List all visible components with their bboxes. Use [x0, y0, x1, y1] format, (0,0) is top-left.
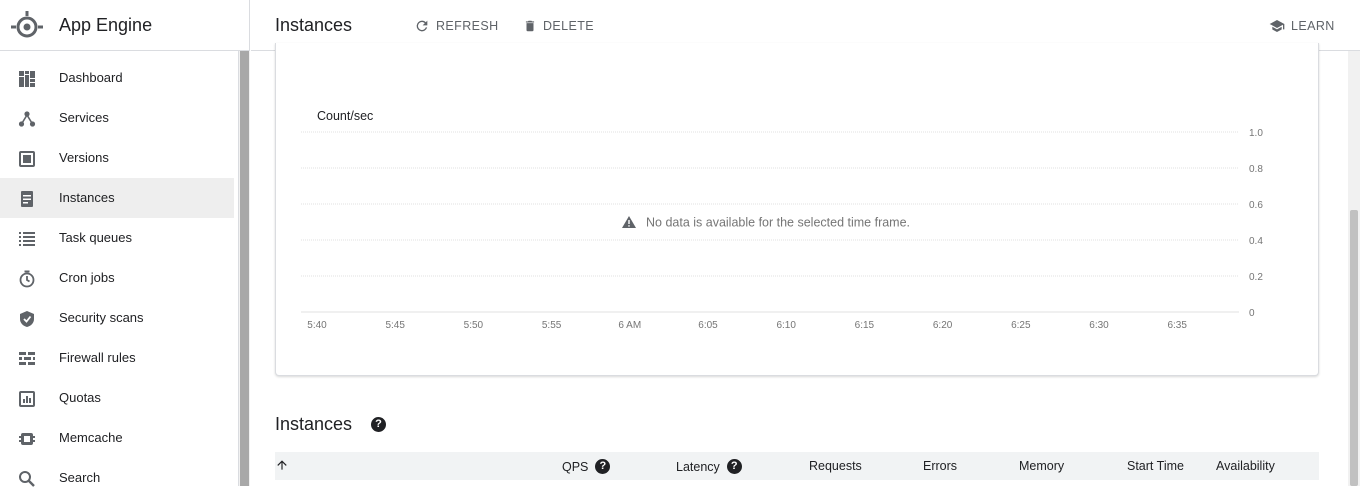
- column-header-errors[interactable]: Errors: [923, 459, 957, 473]
- help-icon[interactable]: ?: [371, 417, 386, 432]
- sidebar-item-task-queues[interactable]: Task queues: [0, 218, 234, 258]
- sidebar-item-label: Cron jobs: [59, 270, 115, 285]
- column-header-label: Memory: [1019, 459, 1065, 473]
- x-tick-label: 5:55: [542, 320, 562, 331]
- refresh-button[interactable]: REFRESH: [414, 18, 499, 34]
- warning-icon-dot: [628, 225, 630, 227]
- sidebar-item-label: Memcache: [59, 430, 123, 445]
- sidebar-scrollbar-thumb[interactable]: [240, 51, 249, 486]
- column-header-latency[interactable]: Latency?: [676, 459, 742, 474]
- x-tick-label: 6 AM: [618, 320, 641, 331]
- x-tick-label: 5:45: [385, 320, 405, 331]
- sidebar-item-security-scans[interactable]: Security scans: [0, 298, 234, 338]
- learn-button[interactable]: LEARN: [1269, 18, 1335, 34]
- column-header-label: Availability: [1216, 459, 1275, 473]
- services-icon: [18, 111, 36, 127]
- sidebar-item-quotas[interactable]: Quotas: [0, 378, 234, 418]
- y-tick-label: 0.8: [1249, 164, 1263, 175]
- column-header-memory[interactable]: Memory: [1019, 459, 1064, 473]
- dashboard-icon: [19, 71, 35, 87]
- refresh-label: REFRESH: [436, 19, 499, 33]
- sidebar-nav: Dashboard Services Versions Instances Task q…: [0, 51, 250, 487]
- x-tick-label: 6:20: [933, 320, 953, 331]
- memcache-icon: [19, 433, 35, 445]
- cron-jobs-icon: [19, 270, 35, 288]
- school-icon: [1269, 20, 1285, 32]
- main-scrollbar-thumb[interactable]: [1350, 210, 1358, 486]
- task-queues-icon: [19, 232, 35, 246]
- sidebar-item-label: Dashboard: [59, 70, 123, 85]
- x-tick-label: 6:05: [698, 320, 718, 331]
- delete-button[interactable]: DELETE: [523, 18, 594, 34]
- sidebar-item-versions[interactable]: Versions: [0, 138, 234, 178]
- versions-icon: [19, 151, 35, 167]
- learn-label: LEARN: [1291, 19, 1335, 33]
- search-icon: [19, 471, 35, 487]
- y-tick-label: 0: [1249, 308, 1255, 319]
- sidebar-item-instances[interactable]: Instances: [0, 178, 234, 218]
- delete-label: DELETE: [543, 19, 595, 33]
- sidebar-item-label: Task queues: [59, 230, 132, 245]
- help-icon[interactable]: ?: [595, 459, 611, 474]
- column-header-label: Latency: [676, 459, 720, 474]
- sidebar-item-label: Quotas: [59, 390, 101, 405]
- instances-icon: [21, 191, 33, 207]
- instances-section-title: Instances: [275, 414, 353, 434]
- x-tick-label: 6:30: [1089, 320, 1109, 331]
- sidebar-item-dashboard[interactable]: Dashboard: [0, 58, 234, 98]
- firewall-rules-icon: [19, 352, 35, 365]
- x-tick-label: 6:35: [1167, 320, 1187, 331]
- trash-icon: [525, 20, 535, 32]
- column-header-requests[interactable]: Requests: [809, 459, 862, 473]
- x-tick-label: 5:50: [464, 320, 484, 331]
- sidebar-item-label: Firewall rules: [59, 350, 136, 365]
- sidebar-item-label: Security scans: [59, 310, 144, 325]
- sidebar-item-label: Instances: [59, 190, 115, 205]
- column-header-label: QPS: [562, 459, 589, 474]
- product-title[interactable]: App Engine: [59, 15, 152, 36]
- x-tick-label: 5:40: [307, 320, 327, 331]
- sidebar-item-search[interactable]: Search: [0, 458, 234, 498]
- y-tick-label: 0.4: [1249, 236, 1263, 247]
- security-scans-icon: [20, 311, 34, 327]
- column-header-start-time[interactable]: Start Time: [1127, 459, 1184, 473]
- sidebar-item-services[interactable]: Services: [0, 98, 234, 138]
- sort-arrow-up-icon[interactable]: [275, 458, 289, 472]
- column-header-label: Start Time: [1127, 459, 1184, 473]
- y-tick-label: 0.2: [1249, 272, 1263, 283]
- column-header-qps[interactable]: QPS?: [562, 459, 611, 474]
- x-tick-label: 6:25: [1011, 320, 1031, 331]
- x-tick-label: 6:10: [776, 320, 796, 331]
- sidebar-item-memcache[interactable]: Memcache: [0, 418, 234, 458]
- y-tick-label: 0.6: [1249, 200, 1263, 211]
- app-engine-logo[interactable]: [10, 10, 44, 44]
- sidebar-item-firewall-rules[interactable]: Firewall rules: [0, 338, 234, 378]
- column-header-label: Errors: [923, 459, 958, 473]
- qps-chart: 1.0 0.8 0.6 0.4 0.2 0 5:40 5:45 5:50 5:55 6 AM 6:05…: [301, 128, 1263, 331]
- sidebar-item-label: Services: [59, 110, 109, 125]
- y-tick-label: 1.0: [1249, 128, 1263, 139]
- sidebar-item-label: Search: [59, 470, 101, 485]
- page-title: Instances: [275, 15, 353, 35]
- quotas-icon: [19, 391, 35, 407]
- column-header-availability[interactable]: Availability: [1216, 459, 1275, 473]
- chart-empty-message: No data is available for the selected ti…: [646, 216, 910, 230]
- instances-table-header: QPS? Latency? Requests Errors Memory Start Ti…: [275, 452, 1319, 480]
- column-header-label: Requests: [809, 459, 862, 473]
- sidebar-item-cron-jobs[interactable]: Cron jobs: [0, 258, 234, 298]
- warning-icon-mark: [628, 220, 630, 224]
- sidebar-item-label: Versions: [59, 150, 109, 165]
- x-tick-label: 6:15: [855, 320, 875, 331]
- sidebar-header: App Engine: [0, 0, 250, 51]
- refresh-icon: [416, 20, 428, 32]
- help-icon[interactable]: ?: [726, 459, 742, 474]
